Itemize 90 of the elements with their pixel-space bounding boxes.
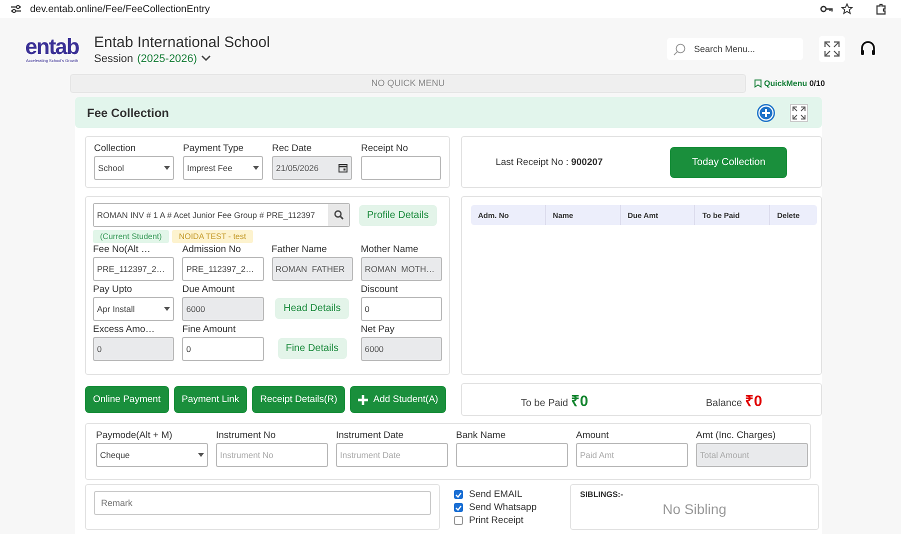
checkbox-label: Send EMAIL bbox=[469, 489, 522, 500]
calendar-icon[interactable] bbox=[338, 163, 348, 173]
action-button[interactable]: Add Student(A) bbox=[350, 386, 446, 413]
headset-icon[interactable] bbox=[859, 40, 877, 58]
status-tag: NOIDA TEST - test bbox=[172, 230, 254, 243]
siblings-title: SIBLINGS:- bbox=[580, 490, 624, 499]
input-field[interactable]: Instrument Date bbox=[336, 443, 448, 467]
field-label: Amount bbox=[576, 430, 610, 443]
total-label: To be Paid ₹0 bbox=[520, 392, 588, 410]
field-label: Fine Amount bbox=[182, 324, 237, 337]
field-label: Due Amount bbox=[182, 284, 236, 297]
total-label: Balance ₹0 bbox=[706, 392, 762, 410]
field-label: Collection bbox=[94, 143, 137, 156]
profile-details-button[interactable]: Profile Details bbox=[359, 204, 437, 226]
last-receipt-text: Last Receipt No : 900207 bbox=[496, 156, 603, 168]
input-field[interactable] bbox=[456, 443, 568, 467]
caret-icon bbox=[164, 307, 170, 311]
status-tag: (Current Student) bbox=[93, 230, 169, 243]
add-circle-icon[interactable] bbox=[756, 102, 776, 122]
search-field[interactable]: Search Menu... bbox=[667, 38, 803, 60]
caret-icon bbox=[253, 166, 259, 170]
quick-menu-link[interactable]: QuickMenu 0/10 bbox=[764, 78, 825, 88]
input-field[interactable]: 0 bbox=[360, 297, 442, 321]
caret-icon bbox=[198, 453, 204, 457]
field-label: Excess Amo… bbox=[93, 324, 156, 337]
checkbox-label: Print Receipt bbox=[469, 515, 524, 526]
star-icon[interactable] bbox=[841, 3, 853, 15]
search-icon bbox=[673, 42, 686, 56]
field-label: Admission No bbox=[182, 244, 242, 257]
school-name: Entab International School bbox=[94, 34, 270, 50]
field-label: Payment Type bbox=[183, 143, 245, 156]
bookmark-icon[interactable] bbox=[754, 78, 762, 88]
session-year[interactable]: (2025-2026) bbox=[137, 52, 198, 64]
field-label: Instrument No bbox=[216, 430, 277, 443]
field-label: Rec Date bbox=[272, 143, 313, 156]
dropdown[interactable]: School bbox=[94, 156, 174, 180]
dropdown[interactable]: Cheque bbox=[96, 443, 208, 467]
field-label: Bank Name bbox=[456, 430, 507, 443]
field-label: Net Pay bbox=[360, 324, 396, 337]
remark-field[interactable]: Remark bbox=[94, 491, 431, 515]
action-button[interactable]: Receipt Details(R) bbox=[252, 386, 346, 413]
checkbox[interactable] bbox=[454, 490, 463, 499]
action-button[interactable]: Payment Link bbox=[174, 386, 248, 413]
student-search-field[interactable]: ROMAN INV # 1 A # Acet Junior Fee Group # PRE_112397 bbox=[93, 203, 350, 227]
no-sibling-text: No Sibling bbox=[662, 501, 726, 517]
input-field[interactable]: ROMAN MOTH… bbox=[360, 257, 442, 281]
field-label: Receipt No bbox=[361, 143, 409, 156]
input-field[interactable]: 6000 bbox=[182, 297, 264, 321]
dropdown[interactable]: Imprest Fee bbox=[183, 156, 263, 180]
details-button[interactable]: Head Details bbox=[275, 298, 349, 319]
site-settings-icon[interactable] bbox=[10, 4, 22, 14]
input-field[interactable]: PRE_112397_2… bbox=[182, 257, 264, 281]
search-field[interactable]: Search Menu... bbox=[692, 43, 796, 55]
checkbox[interactable] bbox=[454, 503, 463, 512]
field-label: Discount bbox=[360, 284, 399, 297]
extension-icon[interactable] bbox=[875, 3, 887, 15]
input-field[interactable]: 0 bbox=[93, 337, 174, 361]
input-field[interactable]: 0 bbox=[182, 337, 264, 361]
fullscreen-icon[interactable] bbox=[790, 104, 808, 122]
caret-icon bbox=[164, 166, 170, 170]
field-label: Instrument Date bbox=[336, 430, 405, 443]
input-field[interactable]: PRE_112397_2… bbox=[93, 257, 174, 281]
chevron-down-icon[interactable] bbox=[201, 55, 212, 62]
input-field[interactable] bbox=[361, 156, 441, 180]
address-bar-url[interactable]: dev.entab.online/Fee/FeeCollectionEntry bbox=[30, 4, 210, 14]
details-button[interactable]: Fine Details bbox=[278, 338, 347, 359]
field-label: Pay Upto bbox=[93, 284, 134, 297]
input-field[interactable]: 6000 bbox=[360, 337, 442, 361]
quick-menu-bar: NO QUICK MENU bbox=[70, 74, 746, 92]
panel-title: Fee Collection bbox=[87, 106, 170, 120]
input-field[interactable]: Paid Amt bbox=[576, 443, 688, 467]
key-icon[interactable] bbox=[820, 5, 833, 13]
input-field[interactable]: Instrument No bbox=[216, 443, 328, 467]
session-label: Session bbox=[94, 52, 134, 64]
input-field[interactable]: ROMAN FATHER bbox=[272, 257, 353, 281]
today-collection-button[interactable]: Today Collection bbox=[670, 146, 788, 178]
date-field[interactable]: 21/05/2026 bbox=[272, 156, 352, 180]
dropdown[interactable]: Apr Install bbox=[93, 297, 174, 321]
field-label: Paymode(Alt + M) bbox=[96, 430, 174, 443]
plus-icon bbox=[358, 394, 368, 404]
checkbox-label: Send Whatsapp bbox=[469, 502, 537, 513]
search-icon[interactable] bbox=[328, 204, 349, 226]
checkbox[interactable] bbox=[454, 516, 463, 525]
field-label: Mother Name bbox=[360, 244, 420, 257]
input-field[interactable]: Total Amount bbox=[696, 443, 808, 467]
field-label: Fee No(Alt … bbox=[93, 244, 152, 257]
field-label: Father Name bbox=[272, 244, 328, 257]
action-button[interactable]: Online Payment bbox=[85, 386, 169, 413]
fullscreen-button[interactable] bbox=[819, 36, 845, 62]
field-label: Amt (Inc. Charges) bbox=[696, 430, 777, 443]
